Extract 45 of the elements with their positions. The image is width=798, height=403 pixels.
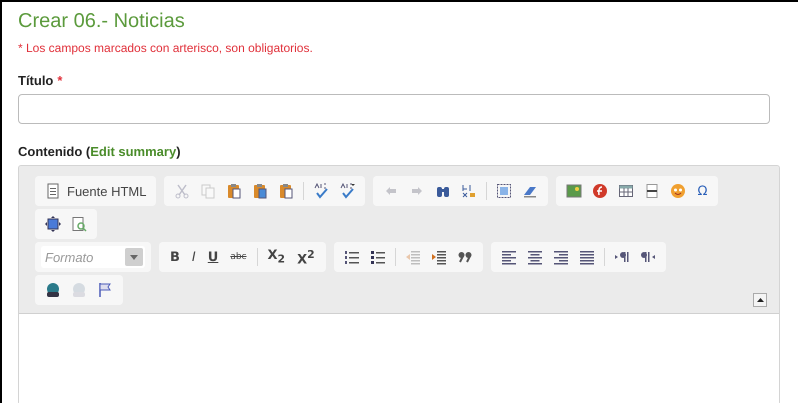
flash-icon xyxy=(592,183,608,199)
format-button[interactable]: X$^{2}$ xyxy=(292,246,320,268)
copy-icon xyxy=(200,183,216,199)
required-mark: * xyxy=(57,73,62,88)
format-button[interactable]: U xyxy=(202,246,224,268)
align-center-icon xyxy=(526,249,543,265)
field-label: Título xyxy=(18,73,54,88)
smiley-icon xyxy=(670,183,686,199)
clipboard-icon xyxy=(278,183,294,199)
maximize-icon xyxy=(45,216,61,232)
format-button[interactable]: I xyxy=(186,246,201,268)
preview-icon xyxy=(71,216,87,232)
field-label: Contenido (Edit summary) xyxy=(18,144,181,159)
format-button[interactable]: B xyxy=(165,246,185,268)
edit-summary-link[interactable]: Edit summary xyxy=(90,144,176,159)
document-icon xyxy=(45,183,61,199)
format-button[interactable]: Ω xyxy=(692,180,712,202)
page-title: Crear 06.- Noticias xyxy=(18,10,186,33)
scissors-icon xyxy=(174,183,190,199)
clipboard-icon xyxy=(226,183,242,199)
spellcheck-icon xyxy=(313,183,330,199)
flag-icon xyxy=(97,282,113,298)
align-left-icon xyxy=(500,249,517,265)
collapse-toolbar-button[interactable] xyxy=(753,293,767,307)
source-button[interactable]: Fuente HTML xyxy=(41,180,150,202)
table-icon xyxy=(618,183,634,199)
outdent-icon xyxy=(404,249,421,265)
pilcrow-icon xyxy=(640,249,656,265)
format-button[interactable]: X$_{2}$ xyxy=(262,246,290,268)
replace-icon xyxy=(461,183,478,199)
numbered-list-icon xyxy=(344,249,360,265)
triangle-up-icon xyxy=(756,298,764,302)
spellcheck-icon xyxy=(339,183,356,199)
required-fields-note: * Los campos marcados con arterisco, son obligatorios. xyxy=(18,41,314,55)
format-button[interactable]: abc xyxy=(225,246,252,268)
select-all-icon xyxy=(496,183,512,199)
align-right-icon xyxy=(552,249,569,265)
indent-icon xyxy=(430,249,447,265)
quote-icon xyxy=(456,249,473,265)
input-field[interactable] xyxy=(18,94,770,124)
image-icon xyxy=(566,183,582,199)
bullet-list-icon xyxy=(370,249,386,265)
align-justify-icon xyxy=(578,249,595,265)
pilcrow-icon xyxy=(614,249,630,265)
clipboard-icon xyxy=(252,183,268,199)
